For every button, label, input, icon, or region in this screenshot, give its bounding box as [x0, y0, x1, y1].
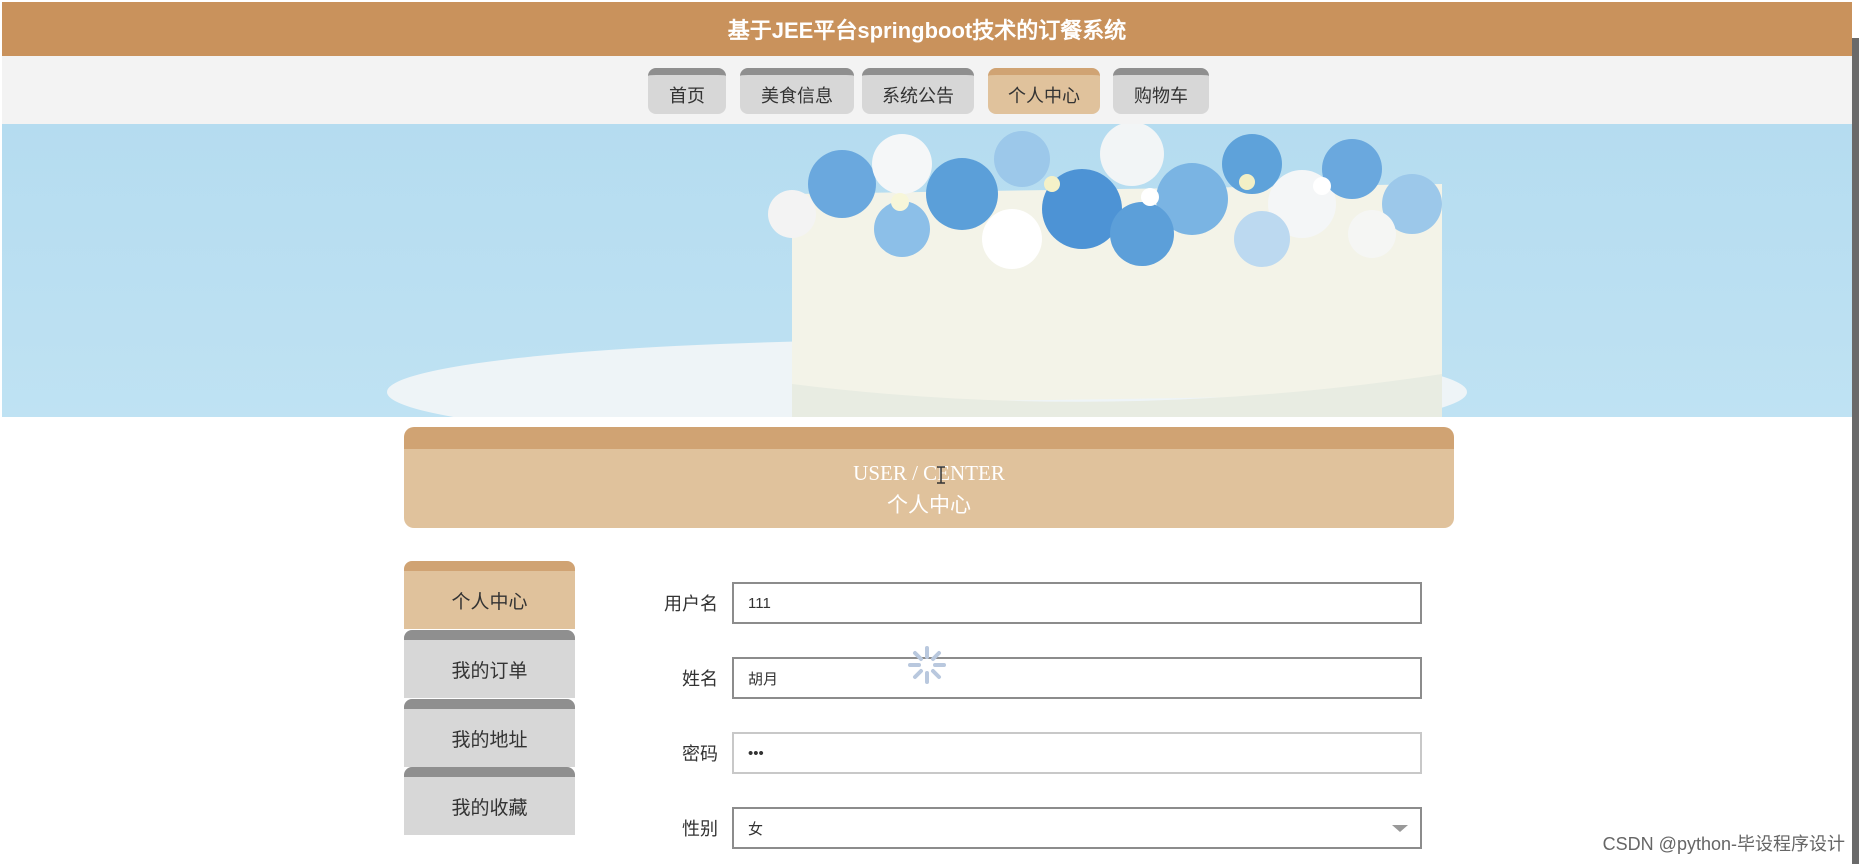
form-row-gender: 性别 女 [640, 807, 1422, 849]
nav-tab-food[interactable]: 美食信息 [740, 68, 854, 114]
gender-select-value: 女 [748, 820, 764, 838]
cake-banner [2, 124, 1852, 417]
main-nav: 首页 美食信息 系统公告 个人中心 购物车 [2, 56, 1852, 124]
nav-tab-label: 美食信息 [761, 85, 833, 106]
form-row-password: 密码 [640, 732, 1422, 774]
name-input[interactable] [732, 657, 1422, 699]
gender-select[interactable]: 女 [732, 807, 1422, 849]
sidebar-item-address[interactable]: 我的地址 [404, 699, 575, 767]
sidebar-item-favorites[interactable]: 我的收藏 [404, 767, 575, 835]
form-row-username: 用户名 [640, 582, 1422, 624]
section-title-en: USER / CENTER [853, 461, 1005, 485]
site-header: 基于JEE平台springboot技术的订餐系统 [2, 2, 1852, 56]
section-title-cn: 个人中心 [887, 493, 971, 517]
password-input[interactable] [732, 732, 1422, 774]
sidebar-item-label: 个人中心 [451, 591, 528, 613]
site-title: 基于JEE平台springboot技术的订餐系统 [727, 18, 1127, 43]
text-cursor-icon [937, 466, 945, 484]
nav-tab-label: 购物车 [1134, 85, 1188, 106]
sidebar-item-label: 我的订单 [451, 660, 528, 682]
username-label: 用户名 [664, 594, 718, 614]
sidebar-item-label: 我的地址 [451, 729, 528, 751]
page-scrollbar[interactable] [1852, 38, 1859, 864]
name-label: 姓名 [682, 669, 718, 689]
sidebar-item-orders[interactable]: 我的订单 [404, 630, 575, 698]
chevron-down-icon [1392, 825, 1408, 832]
section-header: USER / CENTER 个人中心 [404, 427, 1454, 528]
password-label: 密码 [682, 744, 718, 764]
nav-tab-home[interactable]: 首页 [648, 68, 726, 114]
gender-label: 性别 [682, 819, 718, 839]
nav-tab-cart[interactable]: 购物车 [1113, 68, 1209, 114]
nav-tab-label: 个人中心 [1008, 85, 1080, 106]
form-row-name: 姓名 [640, 657, 1422, 699]
nav-tab-label: 首页 [669, 85, 705, 106]
nav-tab-label: 系统公告 [882, 85, 954, 106]
sidebar-item-user-center[interactable]: 个人中心 [404, 561, 575, 629]
loading-spinner-icon [908, 646, 946, 684]
sidebar-item-label: 我的收藏 [451, 797, 528, 819]
nav-tab-announcements[interactable]: 系统公告 [862, 68, 974, 114]
watermark: CSDN @python-毕设程序设计 [1602, 834, 1845, 854]
nav-tab-user-center[interactable]: 个人中心 [988, 68, 1100, 114]
cake-illustration [387, 124, 1467, 417]
username-input[interactable] [732, 582, 1422, 624]
